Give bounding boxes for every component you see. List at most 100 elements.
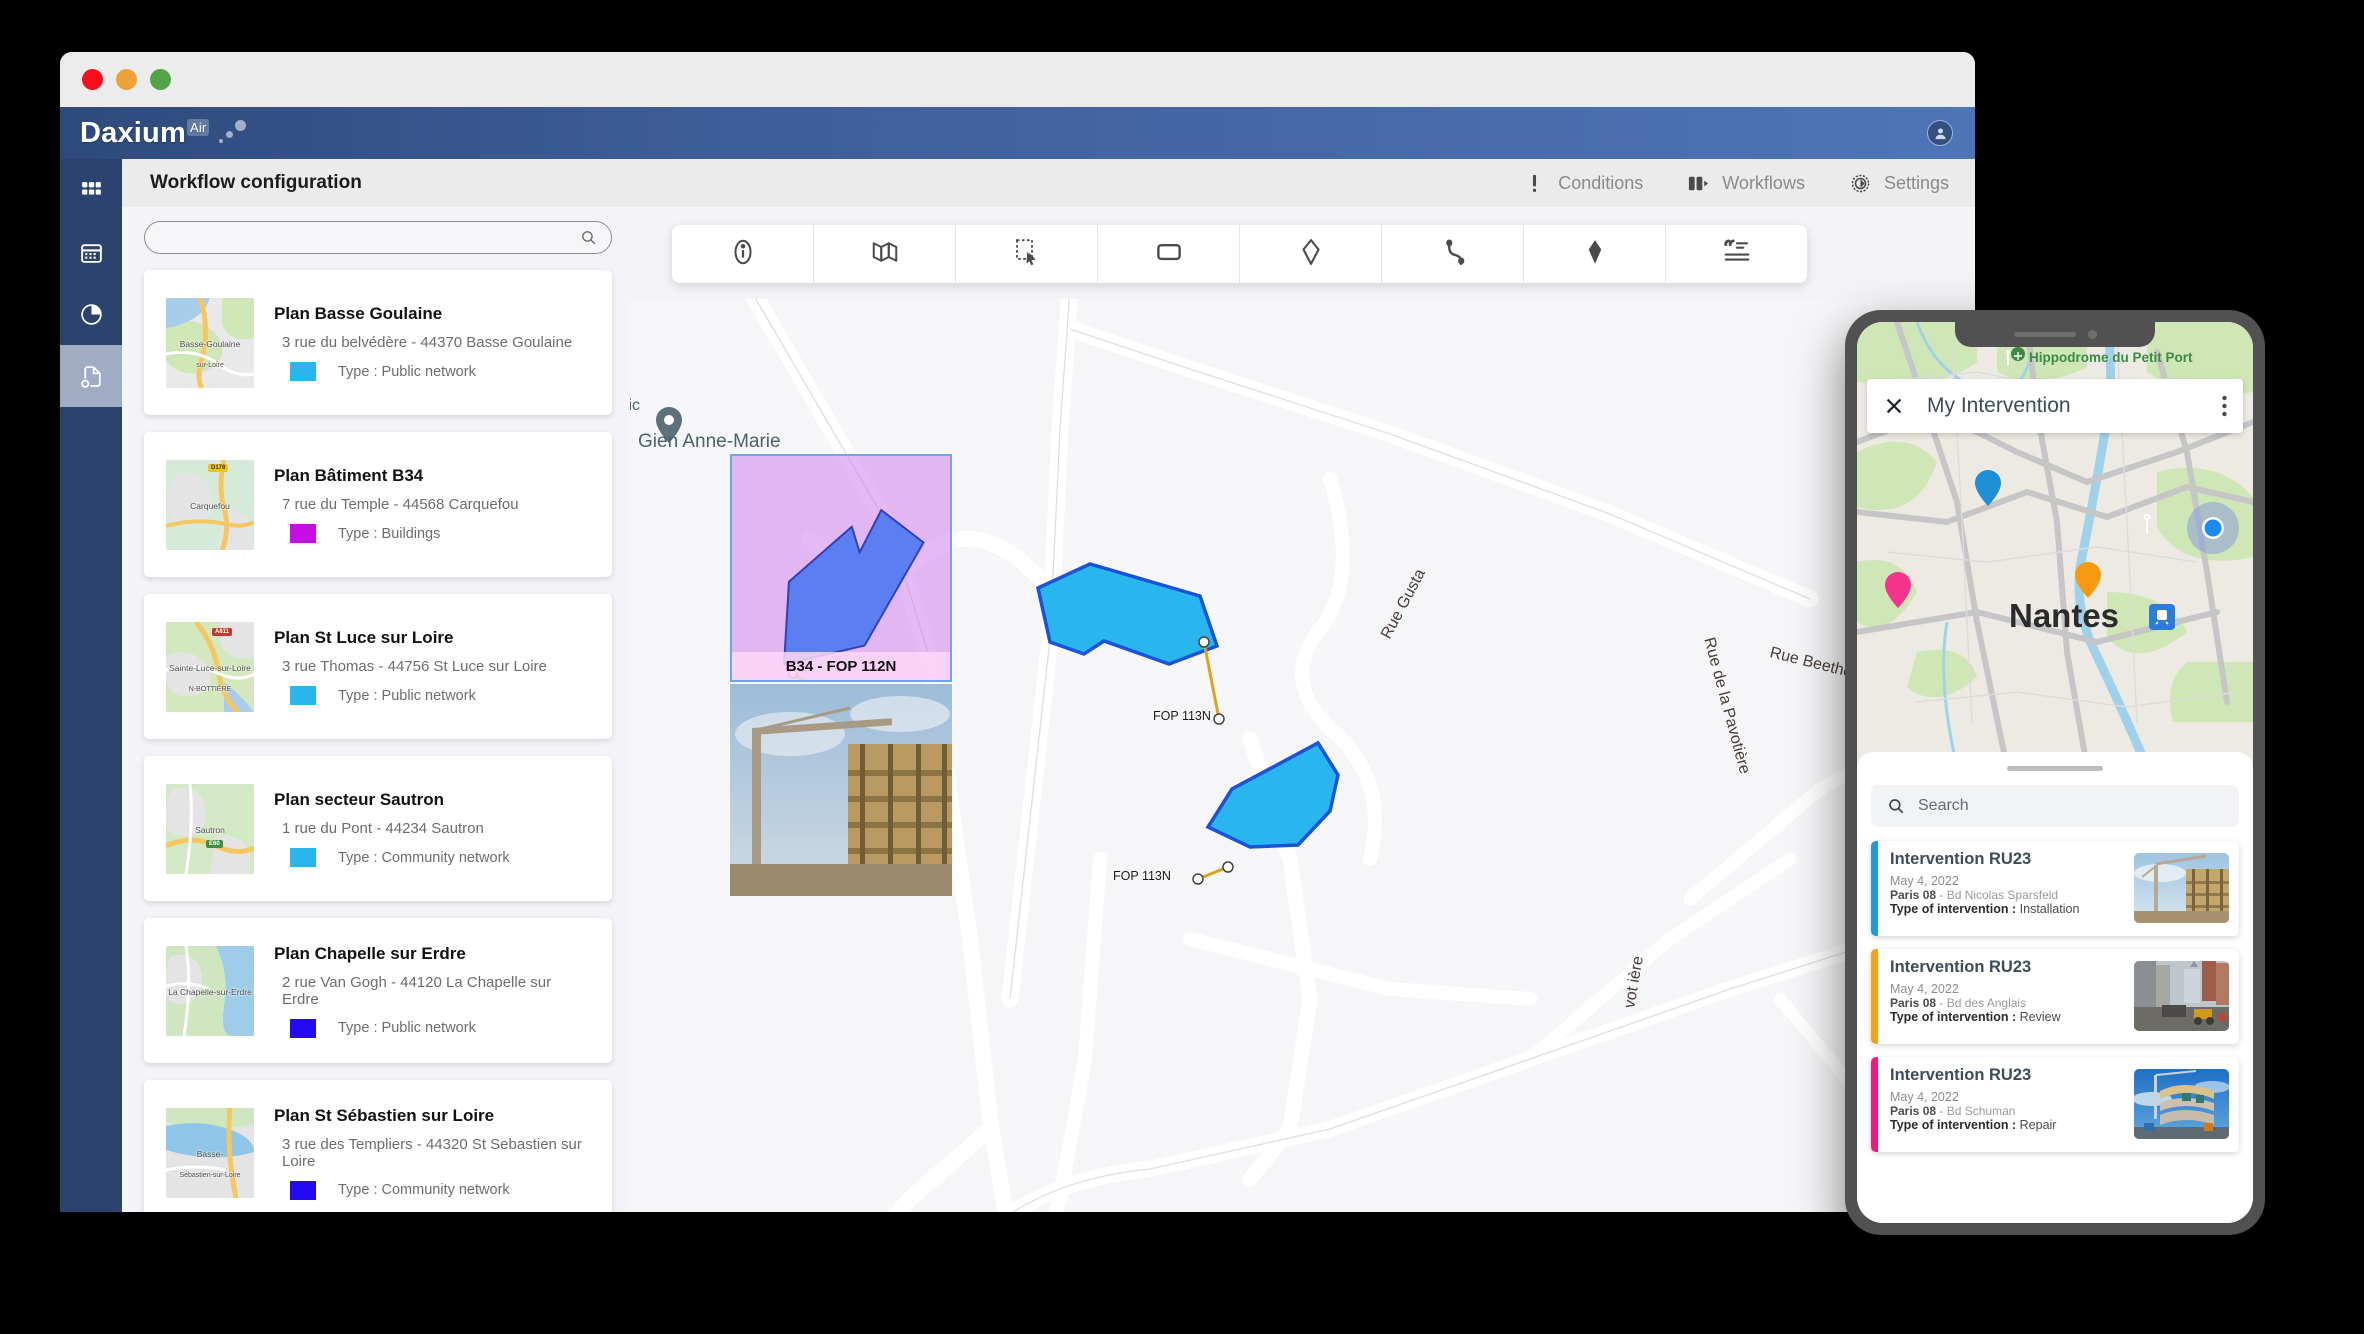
intervention-photo — [2134, 961, 2229, 1031]
phone-search-box[interactable]: Search — [1871, 785, 2239, 827]
intervention-card[interactable]: Intervention RU23 May 4, 2022 Paris 08 - B… — [1871, 841, 2239, 936]
map-polygon-fop113n-a[interactable] — [1032, 554, 1292, 754]
phone-search-placeholder: Search — [1918, 797, 1969, 814]
phone-pin-pink[interactable] — [1885, 572, 1911, 608]
document-settings-icon — [80, 365, 101, 388]
legend-icon — [1722, 237, 1752, 272]
window-titlebar — [60, 52, 1975, 107]
sidebar-item-calendar[interactable] — [60, 221, 122, 283]
tool-legend-button[interactable] — [1666, 225, 1807, 283]
thumb-label: La Chapelle-sur-Erdre — [168, 986, 252, 997]
tab-settings[interactable]: Settings — [1849, 172, 1949, 195]
plan-type-row: Type : Community network — [274, 848, 590, 867]
tab-workflows-label: Workflows — [1722, 172, 1805, 193]
zoom-window-button[interactable] — [150, 69, 171, 90]
app-logo[interactable]: Daxium Air — [80, 117, 210, 150]
plan-type-row: Type : Public network — [274, 1018, 590, 1038]
intervention-photo — [2134, 1069, 2229, 1139]
phone-pin-blue[interactable] — [1975, 470, 2001, 506]
plan-address: 3 rue des Templiers - 44320 St Sebastien… — [282, 1135, 582, 1170]
avatar[interactable] — [1927, 120, 1953, 146]
plan-card[interactable]: Basse- Sébastien-sur-Loire Plan St Sébasti… — [144, 1080, 612, 1212]
plan-title: Plan St Luce sur Loire — [274, 628, 454, 647]
tool-info-button[interactable] — [672, 225, 814, 283]
phone-pin-orange[interactable] — [2075, 562, 2101, 598]
map-poi-name: Gien Anne-Marie — [638, 431, 781, 452]
plan-card[interactable]: Sainte-Luce-sur-Loire N-BOTTIÈRE A811 Plan … — [144, 594, 612, 739]
selection-box[interactable]: FOP 112N B34 - FOP 112N — [730, 454, 952, 706]
more-vertical-icon[interactable] — [2222, 395, 2227, 417]
phone-header-title: My Intervention — [1927, 394, 2071, 417]
map-canvas[interactable]: Rue GustaRue BeethovenRue BeethovenRue d… — [630, 299, 1975, 1212]
map-polygon-fop113n-b[interactable] — [1190, 739, 1450, 939]
plan-type-color — [290, 362, 316, 381]
minimize-window-button[interactable] — [116, 69, 137, 90]
tab-workflows[interactable]: Workflows — [1687, 172, 1805, 195]
sidebar-item-analytics[interactable] — [60, 283, 122, 345]
close-icon[interactable] — [1883, 395, 1905, 417]
workflow-icon — [1689, 176, 1709, 190]
plan-address: 7 rue du Temple - 44568 Carquefou — [282, 496, 519, 513]
map-icon — [870, 237, 900, 272]
tool-map-button[interactable] — [814, 225, 956, 283]
phone-header: My Intervention — [1867, 379, 2243, 433]
pie-chart-icon — [80, 303, 102, 325]
tool-polygon-button[interactable] — [1240, 225, 1382, 283]
plan-card-info: Plan secteur Sautron 1 rue du Pont - 4423… — [274, 790, 590, 867]
tool-select-button[interactable] — [956, 225, 1098, 283]
site-photo-overlay[interactable] — [730, 684, 952, 896]
connector-icon — [1438, 237, 1468, 272]
intervention-date: May 4, 2022 — [1890, 982, 1959, 996]
app-body: Workflow configuration Conditions Workfl… — [60, 159, 1975, 1212]
sidebar-item-workflow-config[interactable] — [60, 345, 122, 407]
plan-type-row: Type : Community network — [274, 1180, 590, 1200]
construction-photo — [730, 684, 952, 896]
phone-poi-label: Hippodrome du Petit Port — [2029, 350, 2193, 366]
plan-card[interactable]: Sautron E60 Plan secteur Sautron 1 rue du P… — [144, 756, 612, 901]
page-header: Workflow configuration Conditions Workfl… — [122, 159, 1975, 207]
plan-card-info: Plan St Sébastien sur Loire 3 rue des Tem… — [274, 1106, 590, 1200]
tool-filled-polygon-button[interactable] — [1524, 225, 1666, 283]
fop-label-b: FOP 113N — [1113, 869, 1171, 883]
intervention-list: Intervention RU23 May 4, 2022 Paris 08 - B… — [1871, 841, 2239, 1152]
intervention-card[interactable]: Intervention RU23 May 4, 2022 Paris 08 - B… — [1871, 1057, 2239, 1152]
map-poi-prefix: tic — [630, 397, 640, 414]
intervention-card[interactable]: Intervention RU23 May 4, 2022 Paris 08 - B… — [1871, 949, 2239, 1044]
intervention-body: Intervention RU23 May 4, 2022 Paris 08 - B… — [1878, 841, 2128, 936]
intervention-title: Intervention RU23 — [1890, 1066, 2032, 1084]
plan-type-color — [290, 848, 316, 867]
plan-list-panel: Basse-Goulaine sur-Loire Plan Basse Goulai… — [122, 207, 630, 1212]
search-box[interactable] — [144, 221, 612, 254]
map-toolbar — [672, 225, 1807, 283]
map-panel: Rue GustaRue BeethovenRue BeethovenRue d… — [630, 207, 1975, 1212]
signpost-icon — [2143, 514, 2151, 534]
search-icon — [582, 231, 596, 245]
thumb-label: Sautron — [195, 824, 225, 835]
plan-thumbnail: Sautron E60 — [166, 783, 254, 874]
phone-poi-text: Hippodrome du Petit Port — [2029, 350, 2193, 365]
plan-title: Plan secteur Sautron — [274, 790, 445, 809]
plan-card[interactable]: Carquefou D178 Plan Bâtiment B34 7 rue du T… — [144, 432, 612, 577]
main-split: Basse-Goulaine sur-Loire Plan Basse Goulai… — [122, 207, 1975, 1212]
phone-screen: Hippodrome du Petit Port Nantes My Inter… — [1857, 322, 2253, 1223]
search-input[interactable] — [159, 229, 580, 246]
phone-notch — [1955, 322, 2155, 347]
thumb-road-badge: A811 — [212, 627, 233, 636]
sheet-grabber[interactable] — [2007, 766, 2103, 771]
tab-conditions[interactable]: Conditions — [1523, 172, 1643, 195]
sidebar-item-apps[interactable] — [60, 159, 122, 221]
plan-card-info: Plan Bâtiment B34 7 rue du Temple - 44568… — [274, 466, 590, 543]
plan-card[interactable]: La Chapelle-sur-Erdre Plan Chapelle sur E… — [144, 918, 612, 1063]
thumb-label: Basse- — [196, 1148, 224, 1159]
apps-grid-icon — [81, 181, 101, 195]
user-location-dot — [2187, 502, 2239, 554]
tool-rectangle-button[interactable] — [1098, 225, 1240, 283]
close-window-button[interactable] — [82, 69, 103, 90]
thumb-label-secondary: sur-Loire — [196, 362, 224, 370]
plan-card-info: Plan St Luce sur Loire 3 rue Thomas - 447… — [274, 628, 590, 705]
plan-card[interactable]: Basse-Goulaine sur-Loire Plan Basse Goulai… — [144, 270, 612, 415]
tool-connector-button[interactable] — [1382, 225, 1524, 283]
plan-type-color — [290, 686, 316, 705]
fop-label-a: FOP 113N — [1153, 709, 1211, 723]
plan-thumbnail: Basse- Sébastien-sur-Loire — [166, 1107, 254, 1198]
